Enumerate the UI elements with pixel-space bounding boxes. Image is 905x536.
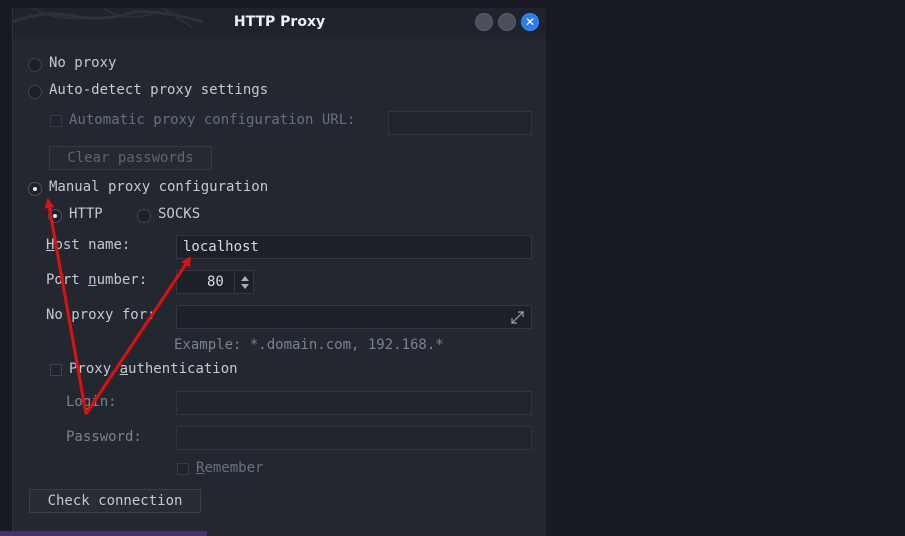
arrow-to-manual-radio: [44, 198, 88, 415]
arrow-to-host-field: [84, 256, 192, 415]
taskbar-strip: [0, 531, 207, 536]
annotation-arrows: [44, 198, 192, 415]
